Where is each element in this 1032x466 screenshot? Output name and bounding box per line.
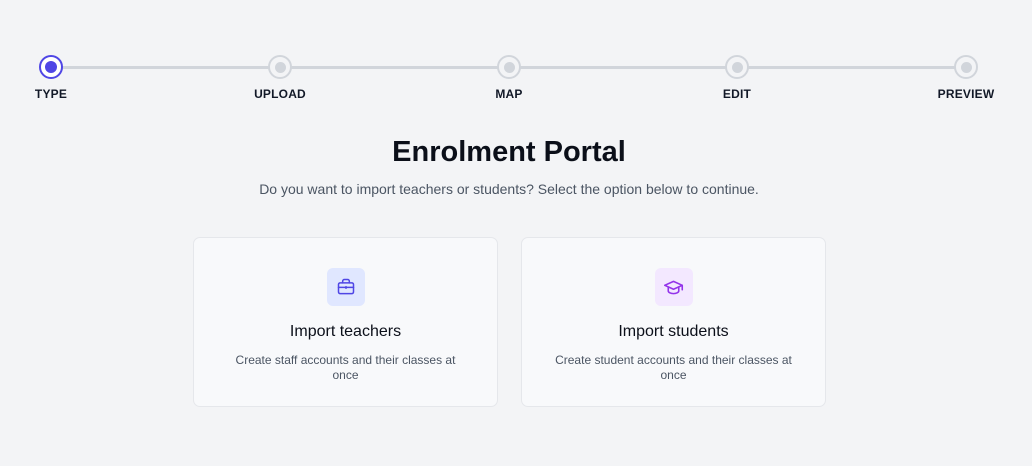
card-description: Create student accounts and their classe… [555, 353, 792, 382]
import-students-card[interactable]: Import students Create student accounts … [521, 237, 826, 407]
card-icon-container [326, 268, 365, 306]
page-subtitle: Do you want to import teachers or studen… [259, 181, 759, 197]
step-upload-label: UPLOAD [254, 87, 306, 101]
step-map-label: MAP [495, 87, 523, 101]
step-preview-indicator [954, 55, 978, 79]
step-upload[interactable]: UPLOAD [230, 55, 330, 101]
card-icon-container [654, 268, 693, 306]
card-title: Import students [618, 323, 729, 340]
step-upload-indicator [268, 55, 292, 79]
step-preview-label: PREVIEW [937, 87, 995, 101]
import-teachers-card[interactable]: Import teachers Create staff accounts an… [193, 237, 498, 407]
progress-stepper: TYPE UPLOAD MAP EDIT PREVIEW [0, 0, 1032, 110]
briefcase-icon [337, 278, 354, 295]
page-title: Enrolment Portal [392, 136, 626, 168]
card-title: Import teachers [289, 323, 402, 340]
step-edit-indicator [725, 55, 749, 79]
graduation-cap-icon [663, 280, 684, 294]
step-type-indicator [39, 55, 63, 79]
step-edit-label: EDIT [722, 87, 752, 101]
step-map-indicator [497, 55, 521, 79]
step-type[interactable]: TYPE [1, 55, 101, 101]
step-map[interactable]: MAP [459, 55, 559, 101]
step-type-label: TYPE [34, 87, 68, 101]
card-description: Create staff accounts and their classes … [235, 353, 456, 382]
step-preview[interactable]: PREVIEW [916, 55, 1016, 101]
step-edit[interactable]: EDIT [687, 55, 787, 101]
